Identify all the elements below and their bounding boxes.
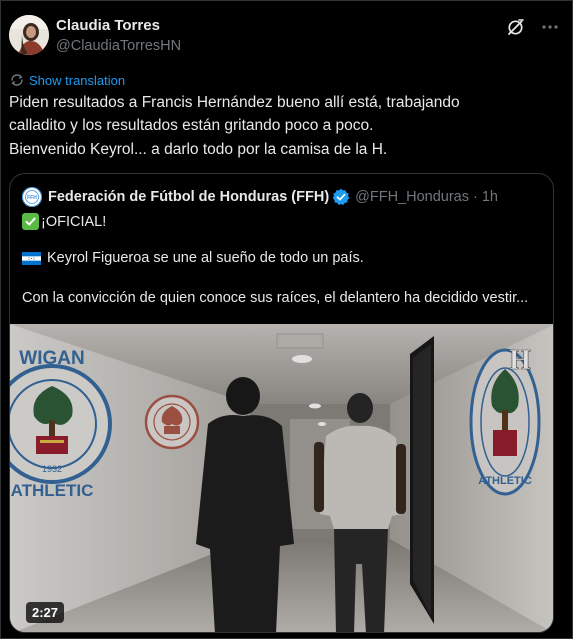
check-mark-icon: [22, 213, 39, 230]
quoted-line-truncated: Con la convicción de quien conoce sus ra…: [22, 290, 528, 306]
tweet-line: Piden resultados a Francis Hernández bue…: [9, 94, 460, 111]
show-translation-label[interactable]: Show translation: [29, 73, 125, 88]
author-handle[interactable]: @ClaudiaTorresHN: [56, 38, 181, 54]
quoted-timestamp[interactable]: 1h: [482, 189, 498, 205]
separator-dot: ·: [473, 189, 478, 205]
verified-badge-icon: [332, 188, 350, 205]
tweet-card[interactable]: Claudia Torres @ClaudiaTorresHN Show tra…: [0, 0, 573, 639]
video-player[interactable]: WIGAN ATHLETIC 1932 ATHLETIC H 2:27: [10, 324, 553, 632]
author-name[interactable]: Claudia Torres: [56, 17, 160, 34]
tweet-line: calladito y los resultados están gritand…: [9, 117, 374, 135]
honduras-flag-icon: [22, 251, 41, 265]
avatar[interactable]: [9, 15, 49, 55]
quoted-line-text: ¡OFICIAL!: [41, 213, 107, 230]
translate-icon: [11, 74, 23, 86]
tweet-line: Bienvenido Keyrol... a darlo todo por la…: [9, 140, 388, 158]
video-duration-badge: 2:27: [26, 602, 65, 623]
quoted-line-player: Keyrol Figueroa se une al sueño de todo …: [22, 250, 364, 266]
avatar-image: [9, 15, 49, 55]
ffh-logo-icon: FFH: [22, 187, 42, 207]
quoted-author-name[interactable]: Federación de Fútbol de Honduras (FFH): [48, 189, 329, 205]
quoted-avatar[interactable]: FFH: [22, 187, 42, 207]
video-thumbnail: WIGAN ATHLETIC 1932 ATHLETIC H: [10, 324, 553, 632]
quoted-author-handle[interactable]: @FFH_Honduras: [355, 189, 469, 205]
quoted-line-text: Keyrol Figueroa se une al sueño de todo …: [47, 250, 364, 266]
quoted-header: FFH Federación de Fútbol de Honduras (FF…: [22, 186, 498, 208]
show-translation-link[interactable]: Show translation: [10, 71, 125, 89]
tweet-header: Claudia Torres @ClaudiaTorresHN: [9, 13, 560, 59]
grok-icon[interactable]: [506, 17, 526, 37]
tweet-text: Piden resultados a Francis Hernández bue…: [9, 91, 564, 161]
ffh-logo-text: FFH: [27, 195, 37, 201]
quoted-line-text: Con la convicción de quien conoce sus ra…: [22, 290, 529, 306]
quoted-tweet[interactable]: FFH Federación de Fútbol de Honduras (FF…: [9, 173, 554, 633]
quoted-line-official: ¡OFICIAL!: [22, 213, 106, 230]
more-icon[interactable]: [540, 17, 560, 37]
